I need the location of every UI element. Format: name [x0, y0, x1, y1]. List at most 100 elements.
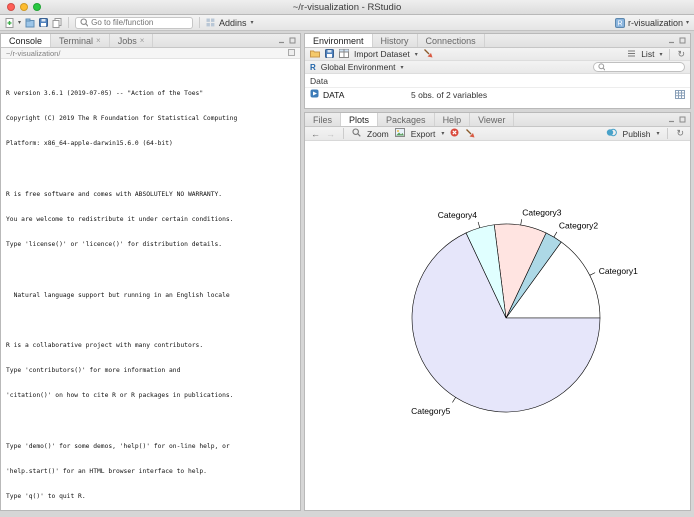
- pie-label-tick: [521, 219, 522, 225]
- tab-history[interactable]: History: [373, 34, 418, 47]
- maximize-pane-icon[interactable]: [679, 115, 686, 125]
- goto-file-input[interactable]: [91, 18, 188, 27]
- save-icon[interactable]: [39, 18, 48, 27]
- goto-file-search[interactable]: [75, 17, 193, 29]
- next-plot-icon[interactable]: →: [326, 129, 335, 139]
- window-controls: [7, 3, 41, 11]
- console-line: [6, 418, 295, 426]
- publish-button[interactable]: Publish: [623, 129, 651, 139]
- previous-plot-icon[interactable]: ←: [311, 129, 320, 139]
- console-output[interactable]: R version 3.6.1 (2019-07-05) -- "Action …: [1, 59, 300, 510]
- environment-pane-buttons: [668, 34, 690, 47]
- import-dataset-caret-icon[interactable]: ▾: [415, 51, 418, 58]
- publish-caret-icon[interactable]: ▾: [656, 130, 659, 137]
- console-pane-buttons: [278, 34, 300, 47]
- tab-console[interactable]: Console: [1, 34, 51, 47]
- clear-all-plots-broom-icon[interactable]: [465, 128, 475, 140]
- addins-caret-icon[interactable]: ▾: [251, 19, 254, 26]
- publish-icon: [606, 128, 617, 139]
- object-summary: 5 obs. of 2 variables: [411, 90, 671, 100]
- maximize-pane-icon[interactable]: [679, 36, 686, 46]
- project-caret-icon: ▾: [686, 19, 689, 26]
- clear-environment-broom-icon[interactable]: [423, 48, 433, 60]
- console-line: [6, 266, 295, 274]
- toolbar-separator: [68, 17, 69, 28]
- search-icon: [80, 18, 88, 27]
- close-icon[interactable]: ×: [96, 36, 101, 45]
- r-logo-icon: R: [310, 63, 316, 72]
- pie-label: Category3: [522, 207, 561, 217]
- save-workspace-icon[interactable]: [325, 49, 334, 60]
- refresh-plot-icon[interactable]: ↻: [676, 128, 684, 139]
- minimize-button[interactable]: [20, 3, 28, 11]
- tab-packages[interactable]: Packages: [378, 113, 435, 126]
- environment-object-list: Data DATA 5 obs. of 2 variables: [305, 74, 690, 108]
- refresh-environment-icon[interactable]: ↻: [677, 49, 685, 60]
- import-dataset-icon: [339, 49, 349, 60]
- expand-object-icon[interactable]: [310, 89, 319, 100]
- pie-label-tick: [590, 273, 595, 276]
- environment-object-row[interactable]: DATA 5 obs. of 2 variables: [305, 88, 690, 101]
- console-path-bar: ~/r-visualization/: [1, 48, 300, 59]
- environment-scope-selector[interactable]: Global Environment: [321, 62, 396, 72]
- title-bar: ~/r-visualization - RStudio: [0, 0, 694, 15]
- console-line: [6, 165, 295, 173]
- zoom-button[interactable]: [33, 3, 41, 11]
- environment-tabbar: Environment History Connections: [305, 34, 690, 48]
- console-line: Platform: x86_64-apple-darwin15.6.0 (64-…: [6, 140, 295, 148]
- console-line: 'help.start()' for an HTML browser inter…: [6, 468, 295, 476]
- new-file-icon[interactable]: [5, 18, 14, 28]
- pie-chart: Category1Category2Category3Category4Cate…: [305, 141, 691, 511]
- export-plot-icon: [395, 128, 405, 139]
- console-line: You are welcome to redistribute it under…: [6, 216, 295, 224]
- scope-caret-icon[interactable]: ▾: [400, 64, 403, 71]
- zoom-plot-button[interactable]: Zoom: [367, 129, 389, 139]
- object-name: DATA: [323, 90, 407, 100]
- close-button[interactable]: [7, 3, 15, 11]
- list-view-caret-icon[interactable]: ▾: [659, 51, 662, 58]
- environment-scope-bar: R Global Environment ▾: [305, 61, 690, 74]
- export-plot-button[interactable]: Export: [411, 129, 436, 139]
- plot-canvas: Category1Category2Category3Category4Cate…: [305, 141, 690, 510]
- project-selector[interactable]: R r-visualization ▾: [615, 18, 689, 28]
- popout-icon[interactable]: [288, 49, 295, 58]
- addins-icon: [206, 18, 215, 27]
- export-caret-icon[interactable]: ▾: [441, 130, 444, 137]
- tab-connections[interactable]: Connections: [418, 34, 485, 47]
- new-file-caret-icon[interactable]: ▾: [18, 19, 21, 26]
- tab-viewer[interactable]: Viewer: [470, 113, 514, 126]
- view-data-grid-icon[interactable]: [675, 90, 685, 99]
- console-tabbar: Console Terminal× Jobs×: [1, 34, 300, 48]
- minimize-pane-icon[interactable]: [278, 36, 285, 46]
- load-workspace-icon[interactable]: [310, 49, 320, 60]
- remove-plot-icon[interactable]: [450, 128, 459, 139]
- pie-label: Category1: [599, 266, 638, 276]
- list-view-button[interactable]: List: [641, 49, 654, 59]
- environment-pane: Environment History Connections Import D…: [304, 33, 691, 109]
- tab-environment[interactable]: Environment: [305, 34, 373, 47]
- console-line: Natural language support but running in …: [6, 292, 295, 300]
- new-project-icon[interactable]: [25, 18, 35, 28]
- import-dataset-button[interactable]: Import Dataset: [354, 49, 410, 59]
- tab-help[interactable]: Help: [435, 113, 471, 126]
- minimize-pane-icon[interactable]: [668, 36, 675, 46]
- environment-search-input[interactable]: [607, 63, 680, 72]
- tab-plots[interactable]: Plots: [341, 113, 378, 126]
- console-line: Type 'demo()' for some demos, 'help()' f…: [6, 443, 295, 451]
- window-title: ~/r-visualization - RStudio: [0, 2, 694, 13]
- console-line: Type 'contributors()' for more informati…: [6, 367, 295, 375]
- tab-jobs[interactable]: Jobs×: [110, 34, 154, 47]
- addins-button[interactable]: Addins: [219, 18, 247, 28]
- console-line: R is a collaborative project with many c…: [6, 342, 295, 350]
- tab-terminal[interactable]: Terminal×: [51, 34, 110, 47]
- environment-search[interactable]: [593, 62, 685, 72]
- console-line: Type 'q()' to quit R.: [6, 493, 295, 501]
- plots-toolbar: ← → Zoom Export ▾ Publish ▾ ↻: [305, 127, 690, 141]
- environment-toolbar: Import Dataset ▾ List ▾ ↻: [305, 48, 690, 61]
- tab-files[interactable]: Files: [305, 113, 341, 126]
- close-icon[interactable]: ×: [140, 36, 145, 45]
- save-all-icon[interactable]: [52, 18, 62, 28]
- minimize-pane-icon[interactable]: [668, 115, 675, 125]
- maximize-pane-icon[interactable]: [289, 36, 296, 46]
- console-line: [6, 317, 295, 325]
